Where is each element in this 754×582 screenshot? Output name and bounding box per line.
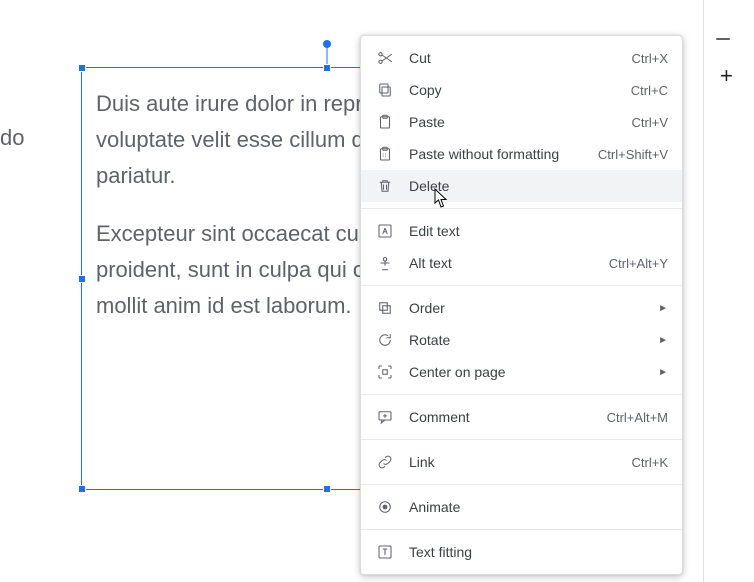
menu-separator <box>361 484 682 485</box>
menu-copy[interactable]: Copy Ctrl+C <box>361 74 682 106</box>
menu-order-label: Order <box>409 300 658 316</box>
menu-animate-label: Animate <box>409 499 668 515</box>
menu-comment-label: Comment <box>409 409 607 425</box>
submenu-arrow-icon: ► <box>658 335 668 346</box>
menu-cut-shortcut: Ctrl+X <box>632 51 668 66</box>
menu-paste[interactable]: Paste Ctrl+V <box>361 106 682 138</box>
menu-paste-nf-shortcut: Ctrl+Shift+V <box>598 147 668 162</box>
menu-comment[interactable]: Comment Ctrl+Alt+M <box>361 401 682 433</box>
menu-separator <box>361 285 682 286</box>
menu-link-label: Link <box>409 454 632 470</box>
clipboard-icon <box>375 112 395 132</box>
scissors-icon <box>375 48 395 68</box>
menu-cut-label: Cut <box>409 50 632 66</box>
rotation-handle[interactable] <box>323 40 331 48</box>
submenu-arrow-icon: ► <box>658 367 668 378</box>
edit-text-icon <box>375 221 395 241</box>
context-menu: Cut Ctrl+X Copy Ctrl+C Paste Ctrl+V Past… <box>360 35 683 575</box>
submenu-arrow-icon: ► <box>658 303 668 314</box>
menu-order[interactable]: Order ► <box>361 292 682 324</box>
menu-rotate-label: Rotate <box>409 332 658 348</box>
menu-rotate[interactable]: Rotate ► <box>361 324 682 356</box>
animate-icon <box>375 497 395 517</box>
link-icon <box>375 452 395 472</box>
menu-delete-label: Delete <box>409 178 668 194</box>
resize-handle-tm[interactable] <box>323 64 331 72</box>
menu-delete[interactable]: Delete <box>361 170 682 202</box>
menu-copy-label: Copy <box>409 82 631 98</box>
panel-divider <box>716 38 730 40</box>
menu-paste-shortcut: Ctrl+V <box>632 115 668 130</box>
text-fitting-icon <box>375 542 395 562</box>
menu-paste-nf-label: Paste without formatting <box>409 146 598 162</box>
alt-text-icon <box>375 253 395 273</box>
menu-alt-text-label: Alt text <box>409 255 609 271</box>
menu-edit-text[interactable]: Edit text <box>361 215 682 247</box>
resize-handle-tl[interactable] <box>78 64 86 72</box>
menu-separator <box>361 394 682 395</box>
menu-text-fitting-label: Text fitting <box>409 544 668 560</box>
menu-link-shortcut: Ctrl+K <box>632 455 668 470</box>
menu-text-fitting[interactable]: Text fitting <box>361 536 682 568</box>
center-icon <box>375 362 395 382</box>
order-icon <box>375 298 395 318</box>
menu-center-on-page[interactable]: Center on page ► <box>361 356 682 388</box>
add-button[interactable]: + <box>720 65 733 87</box>
comment-icon <box>375 407 395 427</box>
menu-cut[interactable]: Cut Ctrl+X <box>361 42 682 74</box>
menu-alt-text-shortcut: Ctrl+Alt+Y <box>609 256 668 271</box>
resize-handle-ml[interactable] <box>78 275 86 283</box>
copy-icon <box>375 80 395 100</box>
menu-separator <box>361 529 682 530</box>
menu-copy-shortcut: Ctrl+C <box>631 83 668 98</box>
clipboard-plain-icon <box>375 144 395 164</box>
menu-animate[interactable]: Animate <box>361 491 682 523</box>
adjacent-textbox-fragment: do <box>0 120 24 156</box>
slide-canvas[interactable]: do Duis aute irure dolor in reprehenderi… <box>0 0 754 582</box>
menu-paste-without-formatting[interactable]: Paste without formatting Ctrl+Shift+V <box>361 138 682 170</box>
menu-separator <box>361 208 682 209</box>
menu-alt-text[interactable]: Alt text Ctrl+Alt+Y <box>361 247 682 279</box>
menu-separator <box>361 439 682 440</box>
trash-icon <box>375 176 395 196</box>
resize-handle-bl[interactable] <box>78 485 86 493</box>
menu-link[interactable]: Link Ctrl+K <box>361 446 682 478</box>
menu-comment-shortcut: Ctrl+Alt+M <box>607 410 668 425</box>
rotate-icon <box>375 330 395 350</box>
menu-edit-text-label: Edit text <box>409 223 668 239</box>
menu-center-label: Center on page <box>409 364 658 380</box>
resize-handle-bm[interactable] <box>323 485 331 493</box>
menu-paste-label: Paste <box>409 114 632 130</box>
